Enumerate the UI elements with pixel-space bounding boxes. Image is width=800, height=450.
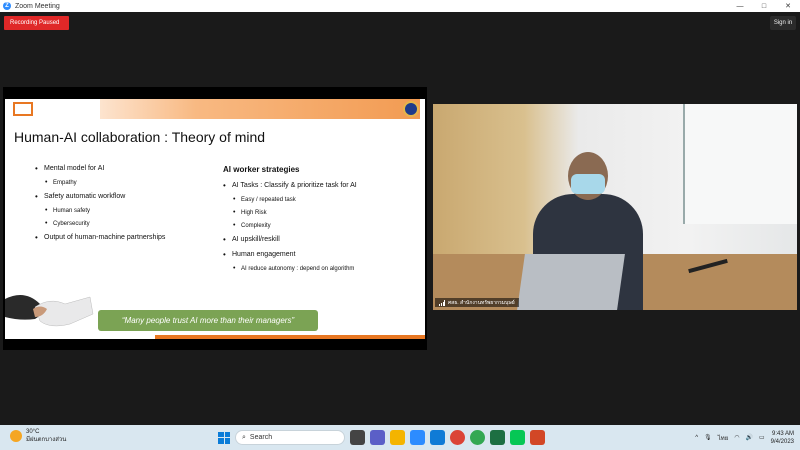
sub-bullet-item: Human safety	[35, 207, 165, 214]
signal-strength-icon	[439, 299, 445, 306]
weather-widget[interactable]: 30°C มีฝนตกบางส่วน	[10, 428, 66, 444]
window-title: Zoom Meeting	[15, 2, 60, 10]
sub-bullet-item: Complexity	[223, 222, 357, 229]
search-icon: ⌕	[242, 433, 246, 441]
chevron-up-icon[interactable]: ^	[695, 435, 698, 441]
weather-description: มีฝนตกบางส่วน	[26, 437, 67, 443]
laptop-scene	[517, 254, 625, 310]
bullet-item: AI Tasks : Classify & prioritize task fo…	[223, 181, 357, 190]
clock-date: 9/4/2023	[770, 438, 794, 445]
recording-status-badge[interactable]: Recording Paused	[4, 16, 69, 30]
wifi-icon[interactable]: ◠	[734, 434, 739, 441]
sign-in-button[interactable]: Sign in	[770, 16, 796, 30]
sub-bullet-item: High Risk	[223, 209, 357, 216]
language-indicator[interactable]: ไทย	[718, 433, 729, 443]
close-button[interactable]: ✕	[776, 0, 800, 12]
zoom-logo-icon: Z	[3, 2, 11, 10]
bullet-item: Output of human-machine partnerships	[35, 233, 165, 242]
participant-name-tag: ศสธ. สำนักงานทรัพยากรมนุษย์	[435, 298, 519, 307]
sub-bullet-item: AI reduce autonomy : depend on algorithm	[223, 265, 357, 272]
video-window-scene	[683, 104, 797, 224]
slide-header-strip	[100, 99, 420, 119]
sub-bullet-item: Cybersecurity	[35, 220, 165, 227]
battery-icon[interactable]: ▭	[759, 434, 765, 441]
window-controls: — □ ✕	[728, 0, 800, 12]
bullet-item: Human engagement	[223, 250, 357, 259]
windows-taskbar: 30°C มีฝนตกบางส่วน ⌕ Search ^ 🎙 ไทย ◠ 🔊 …	[0, 425, 800, 450]
line-icon[interactable]	[510, 430, 525, 445]
quote-callout: “Many people trust AI more than their ma…	[98, 310, 318, 331]
sub-bullet-item: Empathy	[35, 179, 165, 186]
file-explorer-icon[interactable]	[390, 430, 405, 445]
face-mask	[571, 174, 605, 194]
maximize-button[interactable]: □	[752, 0, 776, 12]
edge-icon[interactable]	[430, 430, 445, 445]
weather-temperature: 30°C	[26, 429, 40, 435]
taskbar-clock[interactable]: 9:43 AM 9/4/2023	[771, 430, 794, 446]
bullet-item: AI upskill/reskill	[223, 235, 357, 244]
zoom-app-icon[interactable]	[410, 430, 425, 445]
slide-left-column: Mental model for AI Empathy Safety autom…	[35, 164, 165, 249]
taskbar-search[interactable]: ⌕ Search	[235, 430, 345, 445]
microphone-icon[interactable]: 🎙	[704, 434, 712, 441]
search-placeholder: Search	[249, 434, 273, 441]
volume-icon[interactable]: 🔊	[745, 434, 752, 441]
participant-video[interactable]: ศสธ. สำนักงานทรัพยากรมนุษย์	[433, 104, 797, 310]
taskbar-center: ⌕ Search	[218, 429, 545, 446]
system-tray: ^ 🎙 ไทย ◠ 🔊 ▭ 9:43 AM 9/4/2023	[695, 428, 794, 447]
bullet-item: Mental model for AI	[35, 164, 165, 173]
weather-sun-icon	[10, 430, 22, 442]
excel-icon[interactable]	[490, 430, 505, 445]
shared-screen: Human-AI collaboration : Theory of mind …	[3, 87, 427, 350]
ministry-seal-icon	[403, 101, 419, 117]
task-view-icon[interactable]	[350, 430, 365, 445]
window-titlebar: Z Zoom Meeting — □ ✕	[0, 0, 800, 12]
start-button[interactable]	[218, 431, 230, 444]
slide-right-column: AI worker strategies AI Tasks : Classify…	[223, 165, 357, 279]
strategies-heading: AI worker strategies	[223, 165, 300, 174]
chrome-icon[interactable]	[450, 430, 465, 445]
minimize-button[interactable]: —	[728, 0, 752, 12]
powerpoint-icon[interactable]	[530, 430, 545, 445]
org-logo-icon	[13, 102, 33, 116]
clock-time: 9:43 AM	[771, 430, 794, 437]
bullet-item: Safety automatic workflow	[35, 192, 165, 201]
sub-bullet-item: Easy / repeated task	[223, 196, 357, 203]
slide-title: Human-AI collaboration : Theory of mind	[14, 129, 266, 145]
presentation-slide: Human-AI collaboration : Theory of mind …	[5, 99, 425, 339]
chat-icon[interactable]	[370, 430, 385, 445]
chrome-profile-icon[interactable]	[470, 430, 485, 445]
participant-name: ศสธ. สำนักงานทรัพยากรมนุษย์	[448, 299, 515, 306]
handshake-icon	[5, 295, 94, 327]
slide-footer-bar	[155, 335, 425, 339]
